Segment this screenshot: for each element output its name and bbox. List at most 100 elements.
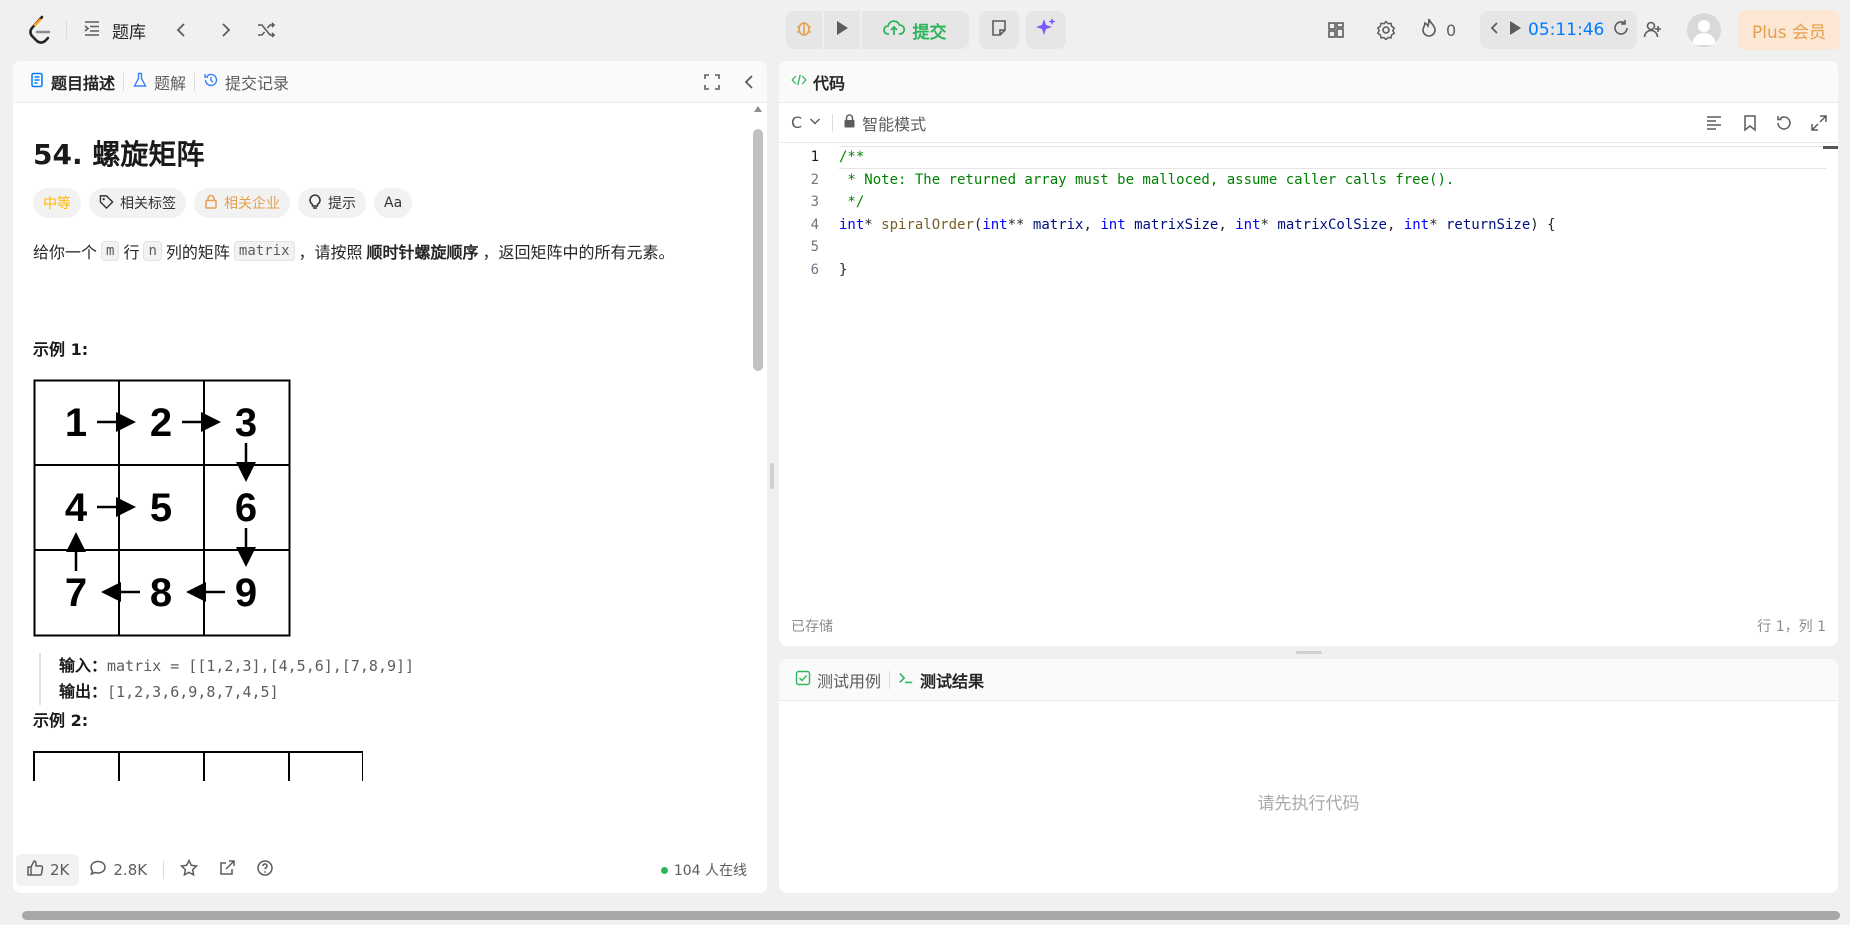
timer-play-icon[interactable]: [1508, 20, 1522, 40]
companies-button[interactable]: 相关企业: [194, 188, 290, 218]
related-tags-button[interactable]: 相关标签: [89, 188, 186, 218]
tab-test-result[interactable]: 测试结果: [890, 659, 992, 701]
test-panel: 测试用例 测试结果 请先执行代码: [779, 659, 1838, 893]
desc-bold: 顺时针螺旋顺序: [366, 243, 479, 262]
matrix-cell-9: 9: [235, 571, 257, 615]
desc-text-5: ，返回矩阵中的所有元素。: [482, 243, 675, 262]
editor-toolbar: C 智能模式: [779, 103, 1838, 143]
cursor-position: 行 1，列 1: [1757, 619, 1826, 635]
output-value: [1,2,3,6,9,8,7,4,5]: [107, 683, 279, 701]
code-editor[interactable]: 1 /** 2 * Note: The returned array must …: [779, 146, 1838, 546]
like-button[interactable]: 2K: [16, 854, 80, 886]
online-count: 104 人在线: [660, 860, 747, 880]
settings-gear-icon[interactable]: [1370, 14, 1402, 46]
smart-mode-toggle[interactable]: 智能模式: [843, 111, 926, 135]
flame-icon: [1420, 18, 1438, 42]
input-value: matrix = [[1,2,3],[4,5,6],[7,8,9]]: [107, 657, 415, 675]
tab-description[interactable]: 题目描述: [21, 61, 123, 103]
share-button[interactable]: [208, 854, 246, 886]
translate-font-button[interactable]: Aa: [374, 188, 413, 218]
document-icon: [29, 72, 45, 92]
page-horizontal-scrollbar[interactable]: [0, 908, 1850, 922]
line-number: 3: [810, 194, 819, 211]
example-1-title: 示例 1:: [33, 340, 89, 359]
code-line-text: }: [839, 261, 848, 278]
history-icon: [203, 72, 219, 92]
language-selector[interactable]: C: [791, 113, 822, 132]
related-tags-label: 相关标签: [120, 196, 176, 212]
smart-mode-label: 智能模式: [862, 114, 927, 134]
tab-submissions[interactable]: 提交记录: [195, 61, 297, 103]
timer-collapse-icon[interactable]: [1488, 20, 1502, 40]
note-button[interactable]: [979, 11, 1019, 49]
favorite-button[interactable]: [170, 854, 208, 886]
plus-membership-button[interactable]: Plus 会员: [1738, 10, 1840, 50]
saved-status: 已存储: [791, 619, 833, 635]
language-label: C: [791, 113, 803, 132]
code-line: 6 }: [779, 259, 1838, 282]
code-line-text: * Note: The returned array must be mallo…: [839, 171, 1455, 188]
problem-description: 给你一个 m 行 n 列的矩阵 matrix ，请按照 顺时针螺旋顺序 ，返回矩…: [33, 239, 675, 263]
ai-assistant-button[interactable]: [1026, 11, 1066, 49]
fullscreen-icon[interactable]: [703, 73, 721, 95]
desc-text-1: 给你一个: [33, 243, 98, 262]
expand-editor-icon[interactable]: [1810, 114, 1828, 136]
description-tabs: 题目描述 题解 提交记录: [13, 61, 767, 103]
streak-counter[interactable]: 0: [1420, 14, 1456, 46]
translate-font-label: Aa: [384, 195, 403, 211]
difficulty-label: 中等: [43, 196, 71, 212]
vertical-resize-handle[interactable]: [770, 463, 774, 489]
submit-button[interactable]: 提交: [860, 11, 967, 49]
desc-code-n: n: [143, 241, 162, 261]
description-scrollbar[interactable]: [751, 106, 765, 893]
reset-code-icon[interactable]: [1775, 114, 1793, 136]
debug-button[interactable]: [786, 11, 822, 49]
code-line: 1 /**: [779, 146, 1838, 169]
comments-button[interactable]: 2.8K: [79, 854, 157, 886]
code-panel: 代码 C 智能模式 1 /** 2 * Note: The returned a…: [779, 61, 1838, 646]
matrix-cell-6: 6: [235, 486, 257, 530]
feedback-button[interactable]: [246, 854, 284, 886]
tab-solutions[interactable]: 题解: [124, 61, 194, 103]
shuffle-icon[interactable]: [250, 14, 282, 46]
list-icon: [82, 18, 102, 43]
collapse-panel-icon[interactable]: [741, 73, 759, 95]
horizontal-scrollbar-thumb[interactable]: [22, 911, 1840, 920]
editor-status-bar: 已存储 行 1，列 1: [779, 606, 1838, 646]
problem-list-button[interactable]: 题库: [82, 14, 146, 46]
tab-testcase[interactable]: 测试用例: [787, 659, 889, 701]
code-line: 2 * Note: The returned array must be mal…: [779, 169, 1838, 192]
output-label: 输出：: [59, 682, 108, 701]
comment-count: 2.8K: [113, 861, 148, 879]
tab-testcase-label: 测试用例: [817, 671, 882, 691]
timer-reset-icon[interactable]: [1612, 19, 1630, 41]
desc-text-2: 行: [123, 243, 140, 262]
format-code-icon[interactable]: [1705, 114, 1723, 136]
run-button[interactable]: [822, 11, 860, 49]
online-dot-icon: [660, 866, 668, 874]
next-problem-icon[interactable]: [209, 14, 241, 46]
avatar[interactable]: [1687, 13, 1721, 47]
line-number: 2: [810, 171, 819, 188]
matrix-cell-8: 8: [150, 571, 172, 615]
like-count: 2K: [50, 861, 70, 879]
matrix-cell-5: 5: [150, 486, 172, 530]
horizontal-resize-handle[interactable]: [1296, 651, 1322, 654]
star-icon: [179, 858, 199, 881]
tab-code[interactable]: 代码: [783, 61, 853, 103]
leetcode-logo[interactable]: [22, 12, 58, 48]
bookmark-icon[interactable]: [1741, 114, 1759, 136]
code-line-text: int* spiralOrder(int** matrix, int matri…: [839, 216, 1556, 233]
hint-button[interactable]: 提示: [298, 188, 366, 218]
matrix-cell-1: 1: [65, 401, 87, 445]
scrollbar-thumb[interactable]: [753, 129, 763, 371]
flask-icon: [132, 72, 148, 92]
checkbox-icon: [795, 670, 811, 690]
share-icon: [218, 859, 236, 881]
streak-count: 0: [1446, 20, 1457, 40]
add-friend-icon[interactable]: [1637, 14, 1669, 46]
top-navigation-bar: 题库 提交 0 05:11:46 Plus 会员: [0, 0, 1850, 60]
test-panel-tabs: 测试用例 测试结果: [779, 659, 1838, 701]
layout-icon[interactable]: [1320, 14, 1352, 46]
prev-problem-icon[interactable]: [166, 14, 198, 46]
